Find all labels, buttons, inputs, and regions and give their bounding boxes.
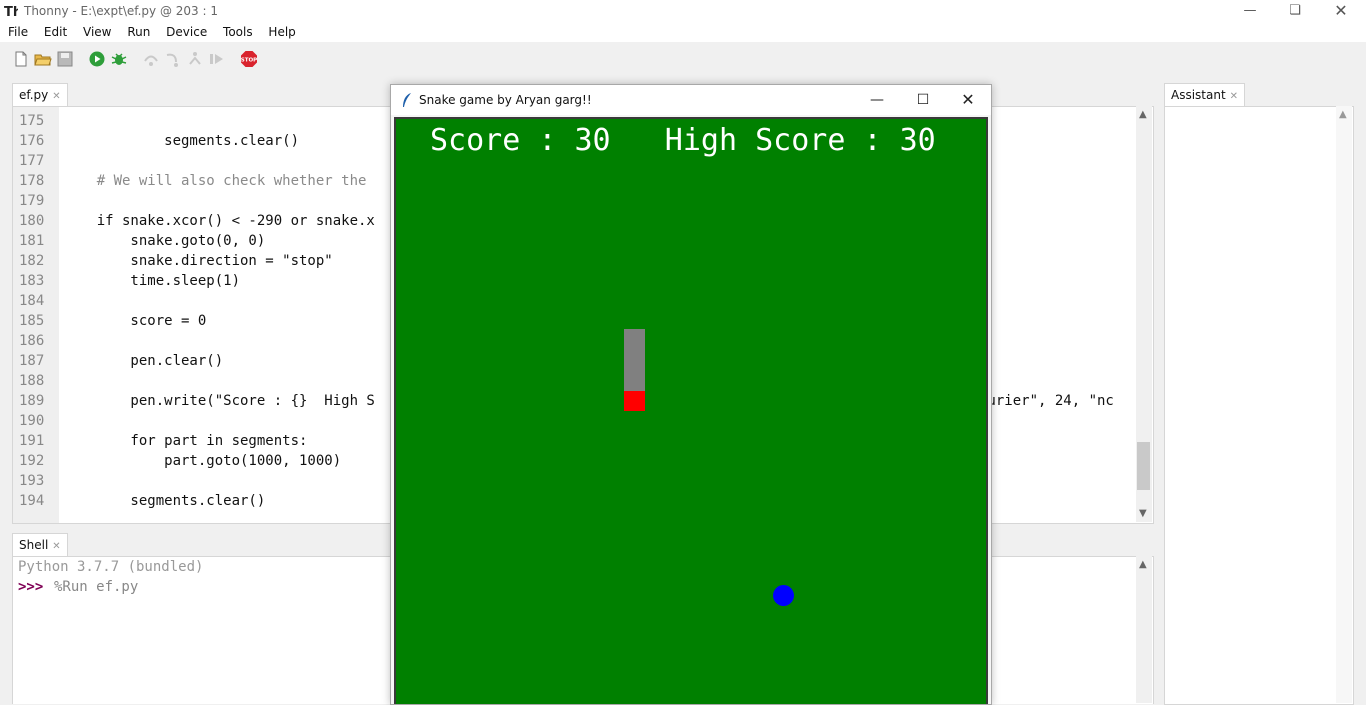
- snake-body: [624, 329, 645, 391]
- line-number: 181: [19, 233, 45, 249]
- minimize-icon[interactable]: —: [1227, 0, 1273, 22]
- tab-shell[interactable]: Shell ✕: [12, 533, 68, 556]
- scroll-up-icon[interactable]: ▲: [1139, 559, 1147, 570]
- tab-assistant[interactable]: Assistant ✕: [1164, 83, 1246, 106]
- line-number: 189: [19, 393, 45, 409]
- toolbar: [0, 42, 1366, 82]
- snake-window-title: Snake game by Aryan garg!!: [419, 93, 592, 107]
- menu-bar: File Edit View Run Device Tools Help: [0, 22, 1366, 42]
- open-file-icon[interactable]: [34, 50, 52, 68]
- code-line: # We will also check whether the: [63, 173, 367, 189]
- new-file-icon[interactable]: [12, 50, 30, 68]
- line-number: 194: [19, 493, 45, 509]
- code-line: snake.direction = "stop": [63, 253, 333, 269]
- stop-label: STOP: [241, 58, 257, 64]
- menu-view[interactable]: View: [77, 22, 117, 42]
- shell-command: %Run ef.py: [54, 579, 139, 595]
- assistant-panel: [1164, 106, 1354, 705]
- close-icon[interactable]: ✕: [945, 85, 991, 115]
- line-number: 186: [19, 333, 45, 349]
- line-number: 178: [19, 173, 45, 189]
- snake-game-window[interactable]: Snake game by Aryan garg!! — ☐ ✕ Score :…: [390, 84, 992, 705]
- step-out-icon[interactable]: [186, 50, 204, 68]
- menu-edit[interactable]: Edit: [38, 22, 73, 42]
- line-number: 192: [19, 453, 45, 469]
- scroll-up-icon[interactable]: ▲: [1339, 109, 1347, 120]
- menu-tools[interactable]: Tools: [217, 22, 259, 42]
- line-number: 184: [19, 293, 45, 309]
- line-number: 175: [19, 113, 45, 129]
- close-icon[interactable]: ✕: [1318, 0, 1364, 22]
- code-line: pen.clear(): [63, 353, 224, 369]
- shell-banner: Python 3.7.7 (bundled): [18, 559, 204, 575]
- code-line: segments.clear(): [63, 493, 266, 509]
- line-number: 188: [19, 373, 45, 389]
- tab-close-icon[interactable]: ✕: [52, 91, 60, 102]
- code-line: time.sleep(1): [63, 273, 241, 289]
- code-line: part.goto(1000, 1000): [63, 453, 342, 469]
- editor-scroll-thumb[interactable]: [1137, 442, 1150, 490]
- code-line: segments.clear(): [63, 133, 300, 149]
- line-number: 180: [19, 213, 45, 229]
- svg-text:Th: Th: [4, 5, 18, 18]
- line-number: 190: [19, 413, 45, 429]
- thonny-logo-icon: Th: [4, 5, 18, 18]
- debug-icon[interactable]: [110, 50, 128, 68]
- scroll-down-icon[interactable]: ▼: [1139, 508, 1147, 519]
- code-line: for part in segments:: [63, 433, 308, 449]
- tab-ef-py[interactable]: ef.py ✕: [12, 83, 68, 106]
- minimize-icon[interactable]: —: [854, 85, 900, 115]
- code-line: snake.goto(0, 0): [63, 233, 266, 249]
- code-line: if snake.xcor() < -290 or snake.x: [63, 213, 375, 229]
- line-number: 187: [19, 353, 45, 369]
- assistant-scrollbar[interactable]: [1336, 106, 1352, 703]
- game-canvas[interactable]: Score : 30 High Score : 30: [394, 117, 988, 704]
- step-into-icon[interactable]: [164, 50, 182, 68]
- step-over-icon[interactable]: [142, 50, 160, 68]
- tab-label: ef.py: [19, 88, 49, 102]
- line-number: 182: [19, 253, 45, 269]
- save-icon[interactable]: [56, 50, 74, 68]
- shell-scrollbar[interactable]: [1136, 556, 1152, 703]
- tab-close-icon[interactable]: ✕: [52, 541, 60, 552]
- food-dot: [773, 585, 794, 606]
- score-display: Score : 30 High Score : 30: [430, 123, 936, 158]
- resume-icon[interactable]: [208, 50, 226, 68]
- scroll-up-icon[interactable]: ▲: [1139, 109, 1147, 120]
- line-number: 176: [19, 133, 45, 149]
- tab-close-icon[interactable]: ✕: [1230, 91, 1238, 102]
- line-number: 183: [19, 273, 45, 289]
- code-line: pen.write("Score : {} High S: [63, 393, 375, 409]
- shell-prompt: >>>: [18, 579, 44, 595]
- tab-label: Shell: [19, 538, 49, 552]
- menu-help[interactable]: Help: [262, 22, 301, 42]
- run-icon[interactable]: [88, 50, 106, 68]
- menu-file[interactable]: File: [2, 22, 34, 42]
- tab-label: Assistant: [1171, 88, 1226, 102]
- line-number: 191: [19, 433, 45, 449]
- restore-icon[interactable]: ❏: [1272, 0, 1318, 22]
- window-title: Thonny - E:\expt\ef.py @ 203 : 1: [24, 4, 218, 18]
- maximize-icon[interactable]: ☐: [900, 85, 946, 115]
- line-number: 193: [19, 473, 45, 489]
- line-number: 177: [19, 153, 45, 169]
- menu-device[interactable]: Device: [160, 22, 213, 42]
- code-line: score = 0: [63, 313, 207, 329]
- stop-icon[interactable]: STOP: [240, 50, 258, 68]
- feather-icon: [403, 93, 411, 107]
- code-line-tail: ourier", 24, "nc: [979, 393, 1114, 409]
- snake-head: [624, 391, 645, 411]
- line-number: 185: [19, 313, 45, 329]
- menu-run[interactable]: Run: [121, 22, 156, 42]
- line-number: 179: [19, 193, 45, 209]
